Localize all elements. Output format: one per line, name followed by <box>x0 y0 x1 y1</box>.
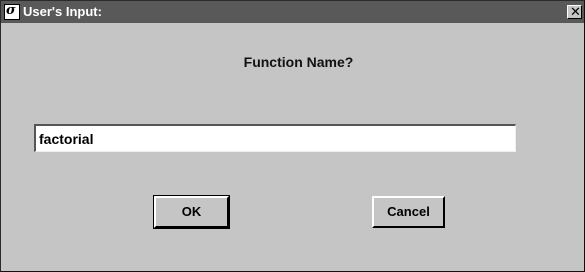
window-title: User's Input: <box>23 4 102 19</box>
title-bar[interactable]: σ User's Input: ✕ <box>1 1 584 23</box>
prompt-label: Function Name? <box>243 54 354 70</box>
function-name-input[interactable] <box>34 124 516 152</box>
close-button[interactable]: ✕ <box>567 4 582 19</box>
close-icon: ✕ <box>570 4 581 19</box>
ok-button[interactable]: OK <box>153 195 230 229</box>
users-input-dialog: σ User's Input: ✕ Function Name? OK Canc… <box>0 0 585 272</box>
app-logo-icon: σ <box>4 3 20 20</box>
cancel-button[interactable]: Cancel <box>372 196 445 228</box>
